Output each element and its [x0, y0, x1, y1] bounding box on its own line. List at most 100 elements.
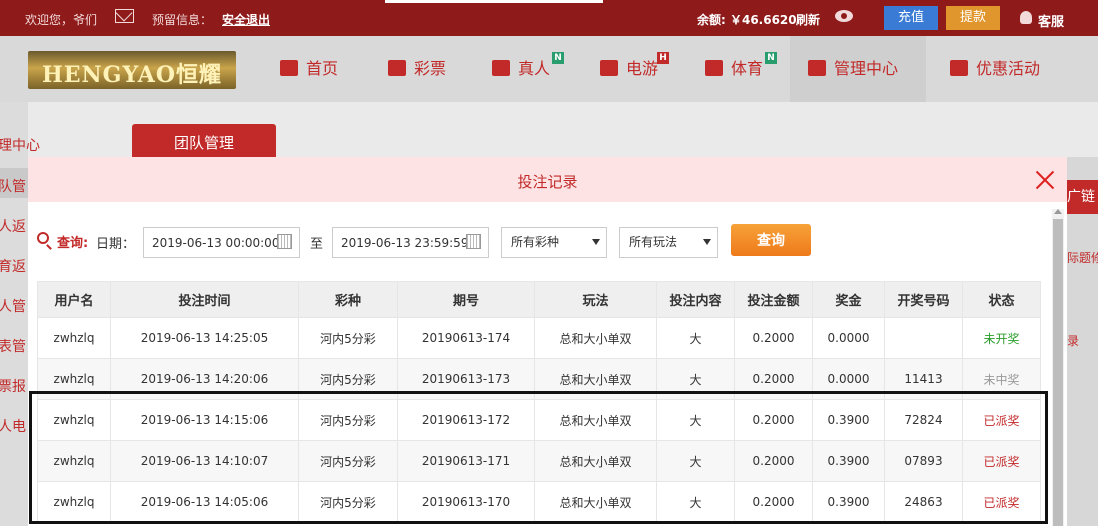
cell-lottery: 河内5分彩 [298, 399, 398, 441]
withdraw-button[interactable]: 提款 [946, 6, 1000, 30]
cell-issue: 20190613-170 [397, 481, 535, 523]
left-menu-item[interactable]: 人电 [0, 416, 26, 436]
cell-status: 已派奖 [962, 440, 1041, 482]
column-header: 投注金额 [734, 281, 813, 318]
cell-number [884, 317, 963, 359]
top-bar: 欢迎您，爷们 预留信息： 安全退出 余额: ￥46.6620 刷新 充值 提款 … [0, 0, 1098, 36]
right-text: 录 [1067, 334, 1080, 348]
left-menu-item[interactable]: 队管 [0, 176, 26, 196]
cell-user: zwhzlq [37, 399, 111, 441]
lottery-select-value: 所有彩种 [511, 235, 560, 249]
nav-label: 真人 [518, 59, 551, 78]
table-row[interactable]: zwhzlq 2019-06-13 14:15:06 河内5分彩 2019061… [37, 399, 1041, 441]
ticket-icon [388, 60, 406, 76]
cell-status: 已派奖 [962, 399, 1041, 441]
table-header-row: 用户名 投注时间 彩种 期号 玩法 投注内容 投注金额 奖金 开奖号码 状态 [37, 281, 1041, 318]
hot-badge: H [657, 52, 669, 64]
right-tab[interactable]: 广链 [1067, 180, 1098, 214]
cell-prize: 0.3900 [812, 399, 885, 441]
column-header: 投注时间 [110, 281, 299, 318]
close-icon[interactable] [1035, 170, 1055, 190]
cell-user: zwhzlq [37, 481, 111, 523]
balance-text: 余额: ￥46.6620 [697, 13, 797, 27]
nav-home[interactable]: 首页 [280, 36, 338, 102]
query-button[interactable]: 查询 [731, 224, 811, 256]
nav-label: 首页 [306, 59, 339, 78]
cell-time: 2019-06-13 14:10:07 [110, 440, 299, 482]
cell-play: 总和大小单双 [534, 440, 657, 482]
left-menu-item[interactable]: 理中心 [0, 135, 40, 155]
search-icon [37, 232, 49, 244]
cell-issue: 20190613-173 [397, 358, 535, 400]
cell-number: 07893 [884, 440, 963, 482]
cell-user: zwhzlq [37, 440, 111, 482]
left-menu-item[interactable]: 育返 [0, 256, 26, 276]
table-row[interactable]: zwhzlq 2019-06-13 14:25:05 河内5分彩 2019061… [37, 317, 1041, 359]
cell-play: 总和大小单双 [534, 317, 657, 359]
column-header: 投注内容 [656, 281, 735, 318]
cell-number: 24863 [884, 481, 963, 523]
cell-number: 72824 [884, 399, 963, 441]
right-text: 际题修 [1067, 251, 1098, 265]
refresh-link[interactable]: 刷新 [796, 11, 820, 28]
left-menu-item[interactable]: 人管 [0, 296, 26, 316]
cell-amount: 0.2000 [734, 399, 813, 441]
play-select[interactable]: 所有玩法 [619, 227, 718, 258]
mail-icon[interactable] [115, 9, 134, 23]
table-row[interactable]: zwhzlq 2019-06-13 14:05:06 河内5分彩 2019061… [37, 481, 1041, 523]
table-row[interactable]: zwhzlq 2019-06-13 14:20:06 河内5分彩 2019061… [37, 358, 1041, 400]
modal-title: 投注记录 [517, 173, 578, 191]
team-management-tab[interactable]: 团队管理 [132, 124, 276, 157]
column-header: 彩种 [298, 281, 398, 318]
cell-issue: 20190613-171 [397, 440, 535, 482]
new-badge: N [765, 52, 777, 64]
gift-icon [950, 60, 968, 76]
nav-lottery[interactable]: 彩票 [388, 36, 446, 102]
left-menu-item[interactable]: 表管 [0, 336, 26, 356]
welcome-text: 欢迎您，爷们 [25, 13, 98, 27]
column-header: 用户名 [37, 281, 111, 318]
cell-status: 未中奖 [962, 358, 1041, 400]
bet-records-modal: 投注记录 查询: 日期： 至 所有彩种 所有玩法 查询 用户名 投注时间 彩种 … [28, 157, 1067, 526]
lottery-select[interactable]: 所有彩种 [501, 227, 607, 258]
logout-link[interactable]: 安全退出 [222, 11, 270, 28]
nav-management[interactable]: 管理中心 [790, 36, 926, 102]
cell-amount: 0.2000 [734, 317, 813, 359]
calendar-icon[interactable] [466, 234, 481, 249]
table-row[interactable]: zwhzlq 2019-06-13 14:10:07 河内5分彩 2019061… [37, 440, 1041, 482]
logo-text: HENGYAO恒耀 [42, 62, 222, 88]
column-header: 期号 [397, 281, 535, 318]
left-menu-item[interactable]: 票报 [0, 376, 26, 396]
column-header: 玩法 [534, 281, 657, 318]
cell-number: 11413 [884, 358, 963, 400]
cell-amount: 0.2000 [734, 358, 813, 400]
query-label: 查询: [57, 236, 89, 251]
nav-promotions[interactable]: 优惠活动 [950, 36, 1040, 102]
recharge-button[interactable]: 充值 [884, 6, 938, 30]
cell-play: 总和大小单双 [534, 399, 657, 441]
cell-lottery: 河内5分彩 [298, 317, 398, 359]
logo[interactable]: HENGYAO恒耀 [28, 51, 236, 89]
nav-live[interactable]: 真人 N [492, 36, 564, 102]
left-menu-item[interactable]: 人返 [0, 216, 26, 236]
cell-time: 2019-06-13 14:05:06 [110, 481, 299, 523]
calendar-icon[interactable] [277, 234, 292, 249]
customer-service-link[interactable]: 客服 [1038, 11, 1064, 30]
nav-sports[interactable]: 体育 N [705, 36, 777, 102]
cell-content: 大 [656, 399, 735, 441]
customer-service-icon[interactable] [1020, 11, 1032, 24]
scrollbar-thumb[interactable] [1053, 219, 1063, 526]
nav-slots[interactable]: 电游 H [600, 36, 669, 102]
cell-play: 总和大小单双 [534, 358, 657, 400]
notice-label: 预留信息： [152, 13, 213, 27]
column-header: 奖金 [812, 281, 885, 318]
modal-header: 投注记录 [28, 157, 1067, 202]
cell-amount: 0.2000 [734, 481, 813, 523]
chevron-down-icon [592, 239, 600, 245]
eye-icon[interactable] [835, 10, 853, 22]
slot-icon [600, 60, 618, 76]
cell-play: 总和大小单双 [534, 481, 657, 523]
cell-time: 2019-06-13 14:25:05 [110, 317, 299, 359]
cell-user: zwhzlq [37, 358, 111, 400]
scroll-up-arrow-icon[interactable] [1054, 209, 1062, 214]
